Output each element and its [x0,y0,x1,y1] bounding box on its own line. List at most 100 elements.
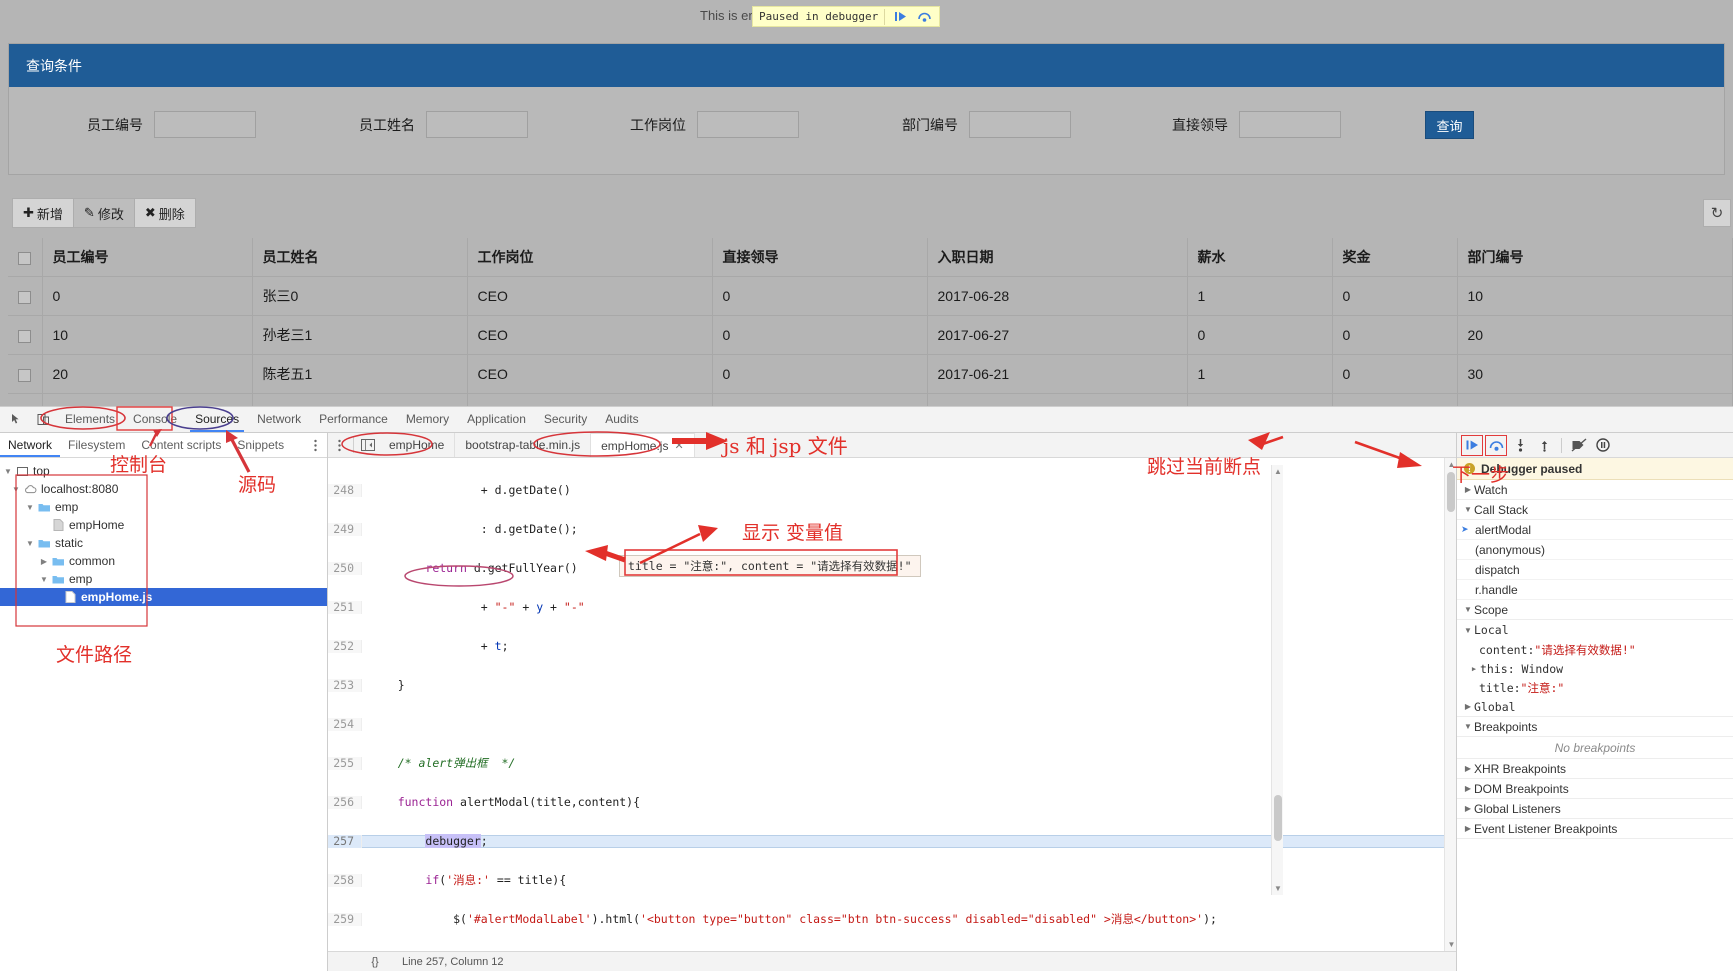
scroll-down-arrow-icon[interactable]: ▼ [1447,940,1456,949]
section-scope[interactable]: Scope [1457,600,1733,620]
section-event-listener-breakpoints[interactable]: Event Listener Breakpoints [1457,819,1733,839]
scope-entry-this[interactable]: this: Window [1457,659,1733,678]
chevron-right-icon[interactable] [1468,665,1480,673]
chevron-down-icon[interactable] [24,539,36,548]
tree-item-emphome[interactable]: empHome [0,516,327,534]
row-checkbox[interactable] [18,368,32,382]
row-checkbox[interactable] [18,329,32,343]
close-icon[interactable]: ✕ [674,434,683,458]
nav-tab-snippets[interactable]: Snippets [229,433,292,457]
tree-item-common-folder[interactable]: common [0,552,327,570]
query-input-job[interactable] [697,111,799,138]
query-submit-button[interactable]: 查询 [1425,111,1474,139]
chevron-right-icon[interactable] [38,557,50,566]
section-xhr-breakpoints[interactable]: XHR Breakpoints [1457,759,1733,779]
step-out-of-current-function-icon[interactable] [1533,435,1555,456]
tab-application[interactable]: Application [458,407,535,432]
more-options-icon[interactable] [307,436,323,454]
tree-item-emp-folder[interactable]: emp [0,498,327,516]
scroll-up-arrow-icon[interactable]: ▲ [1274,467,1282,476]
file-tab-bootstrap-table[interactable]: bootstrap-table.min.js [455,433,592,457]
section-global-listeners[interactable]: Global Listeners [1457,799,1733,819]
tab-security[interactable]: Security [535,407,596,432]
scrollbar-thumb[interactable] [1274,795,1282,841]
nav-tab-content-scripts[interactable]: Content scripts [133,433,229,457]
pause-on-exceptions-icon[interactable] [1592,435,1614,456]
chevron-down-icon[interactable] [38,575,50,584]
section-breakpoints[interactable]: Breakpoints [1457,717,1733,737]
query-input-emp-name[interactable] [426,111,528,138]
column-header-hire-date[interactable]: 入职日期 [927,238,1188,277]
step-over-next-function-call-icon[interactable] [1485,434,1507,456]
more-options-icon[interactable] [328,439,350,452]
query-input-emp-no[interactable] [154,111,256,138]
chevron-down-icon[interactable] [24,503,36,512]
call-stack-item-rhandle[interactable]: r.handle [1457,580,1733,600]
call-stack-item-anonymous[interactable]: (anonymous) [1457,540,1733,560]
show-navigator-icon[interactable] [357,439,379,451]
scope-entry-content[interactable]: content: "请选择有效数据!" [1457,640,1733,659]
query-input-manager[interactable] [1239,111,1341,138]
tab-sources[interactable]: Sources [186,407,248,432]
tree-item-top[interactable]: top [0,462,327,480]
scroll-up-arrow-icon[interactable]: ▲ [1447,460,1456,469]
code-editor[interactable]: 248 + d.getDate() 249 : d.getDate(); 250… [328,458,1456,951]
inspect-element-icon[interactable] [4,408,30,432]
section-watch[interactable]: Watch [1457,480,1733,500]
line-number: 248 [328,484,362,497]
tab-console[interactable]: Console [124,407,186,432]
section-dom-breakpoints[interactable]: DOM Breakpoints [1457,779,1733,799]
tab-audits[interactable]: Audits [596,407,647,432]
query-field-emp-no: 员工编号 [87,111,256,138]
navigator-scrollbar[interactable]: ▲ ▼ [1271,465,1283,895]
refresh-button[interactable]: ↻ [1703,199,1731,227]
tab-network[interactable]: Network [248,407,310,432]
tree-item-static-emp-folder[interactable]: emp [0,570,327,588]
cell-dept-no: 20 [1457,315,1733,355]
delete-button[interactable]: ✖ 删除 [133,198,196,228]
scope-entry-title[interactable]: title: "注意:" [1457,678,1733,697]
nav-tab-filesystem[interactable]: Filesystem [60,433,133,457]
toggle-device-toolbar-icon[interactable] [30,408,56,432]
tree-item-emphome-js[interactable]: empHome.js [0,588,327,606]
row-checkbox[interactable] [18,290,32,304]
column-header-bonus[interactable]: 奖金 [1332,238,1458,277]
chevron-down-icon[interactable] [10,485,22,494]
code-scrollbar[interactable]: ▲ ▼ [1444,458,1456,951]
nav-tab-page[interactable]: Network [0,433,61,457]
table-row[interactable]: 20 陈老五1 CEO 0 2017-06-21 1 0 30 [8,354,1733,394]
tab-performance[interactable]: Performance [310,407,397,432]
table-row[interactable]: 10 孙老三1 CEO 0 2017-06-27 0 0 20 [8,315,1733,355]
column-header-emp-no[interactable]: 员工编号 [42,238,253,277]
select-all-checkbox[interactable] [18,251,32,265]
column-header-manager[interactable]: 直接领导 [712,238,928,277]
column-header-job[interactable]: 工作岗位 [467,238,713,277]
call-stack-item-dispatch[interactable]: dispatch [1457,560,1733,580]
query-input-dept-no[interactable] [969,111,1071,138]
tab-memory[interactable]: Memory [397,407,458,432]
scope-local-group[interactable]: Local [1457,620,1733,640]
chevron-down-icon[interactable] [2,467,14,476]
scope-global-group[interactable]: Global [1457,697,1733,717]
scroll-down-arrow-icon[interactable]: ▼ [1274,884,1282,893]
step-over-next-function-call-icon[interactable] [915,8,933,26]
resume-script-execution-icon[interactable] [891,8,909,26]
tree-item-localhost[interactable]: localhost:8080 [0,480,327,498]
column-header-dept-no[interactable]: 部门编号 [1457,238,1733,277]
step-into-next-function-call-icon[interactable] [1509,435,1531,456]
call-stack-item-alertmodal[interactable]: alertModal [1457,520,1733,540]
file-tab-emphome[interactable]: empHome [379,433,456,457]
add-button[interactable]: ✚ 新增 [12,198,74,228]
section-call-stack[interactable]: Call Stack [1457,500,1733,520]
deactivate-breakpoints-icon[interactable] [1568,435,1590,456]
table-row[interactable]: 0 张三0 CEO 0 2017-06-28 1 0 10 [8,276,1733,316]
column-header-emp-name[interactable]: 员工姓名 [252,238,468,277]
file-tab-emphome-js[interactable]: empHome.js ✕ [591,433,695,457]
tab-elements[interactable]: Elements [56,407,124,432]
pretty-print-icon[interactable]: {} [362,956,388,968]
resume-script-execution-icon[interactable] [1461,434,1483,456]
tree-item-static-folder[interactable]: static [0,534,327,552]
scrollbar-thumb[interactable] [1447,472,1455,512]
edit-button[interactable]: ✎ 修改 [72,198,135,228]
column-header-salary[interactable]: 薪水 [1187,238,1333,277]
